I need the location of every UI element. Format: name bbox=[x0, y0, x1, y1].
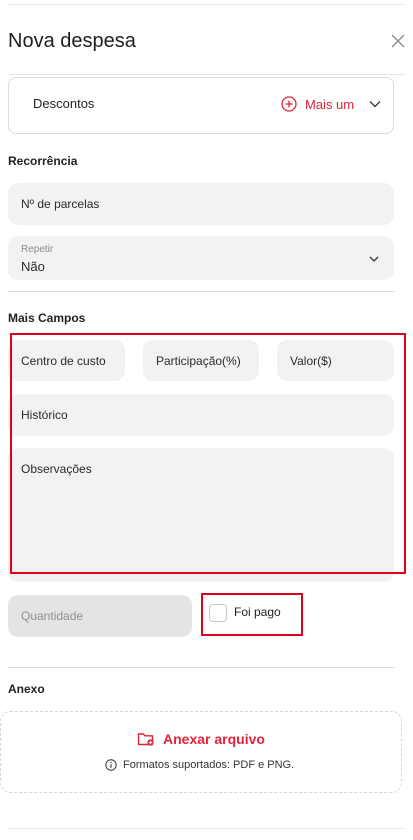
descontos-label: Descontos bbox=[33, 96, 95, 111]
repetir-value: Não bbox=[21, 259, 45, 274]
repetir-label: Repetir bbox=[21, 244, 54, 255]
descontos-card: Descontos Mais um bbox=[8, 77, 394, 134]
section-divider bbox=[8, 667, 395, 668]
header-divider bbox=[8, 74, 405, 75]
section-divider bbox=[8, 291, 395, 292]
repetir-select[interactable]: Repetir Não bbox=[8, 236, 394, 280]
parcelas-input[interactable]: Nº de parcelas bbox=[8, 183, 394, 225]
info-icon bbox=[105, 759, 117, 771]
anexar-arquivo-label: Anexar arquivo bbox=[163, 731, 265, 747]
anexo-title: Anexo bbox=[8, 682, 45, 696]
chevron-down-icon[interactable] bbox=[368, 97, 382, 111]
recorrencia-title: Recorrência bbox=[8, 154, 78, 168]
mais-um-button[interactable]: Mais um bbox=[281, 96, 382, 112]
formats-text: Formatos suportados: PDF e PNG. bbox=[123, 759, 295, 771]
foi-pago-label: Foi pago bbox=[234, 605, 281, 619]
top-divider bbox=[8, 4, 405, 5]
foi-pago-checkbox[interactable] bbox=[209, 604, 227, 622]
upload-dropzone[interactable]: Anexar arquivo Formatos suportados: PDF … bbox=[0, 711, 402, 793]
quantidade-placeholder: Quantidade bbox=[21, 609, 84, 623]
mais-um-label: Mais um bbox=[305, 96, 355, 112]
mais-campos-title: Mais Campos bbox=[8, 311, 86, 325]
highlight-box bbox=[10, 333, 406, 574]
bottom-divider bbox=[8, 828, 405, 829]
folder-upload-icon bbox=[137, 733, 154, 746]
page-title: Nova despesa bbox=[8, 30, 136, 52]
close-icon[interactable] bbox=[389, 32, 407, 50]
plus-circle-icon bbox=[281, 96, 297, 112]
quantidade-input[interactable]: Quantidade bbox=[8, 595, 192, 637]
formats-hint: Formatos suportados: PDF e PNG. bbox=[105, 759, 294, 771]
panel-header: Nova despesa bbox=[8, 24, 413, 60]
parcelas-placeholder: Nº de parcelas bbox=[21, 197, 100, 211]
anexar-arquivo-button[interactable]: Anexar arquivo bbox=[137, 731, 265, 747]
chevron-down-icon bbox=[369, 256, 379, 262]
